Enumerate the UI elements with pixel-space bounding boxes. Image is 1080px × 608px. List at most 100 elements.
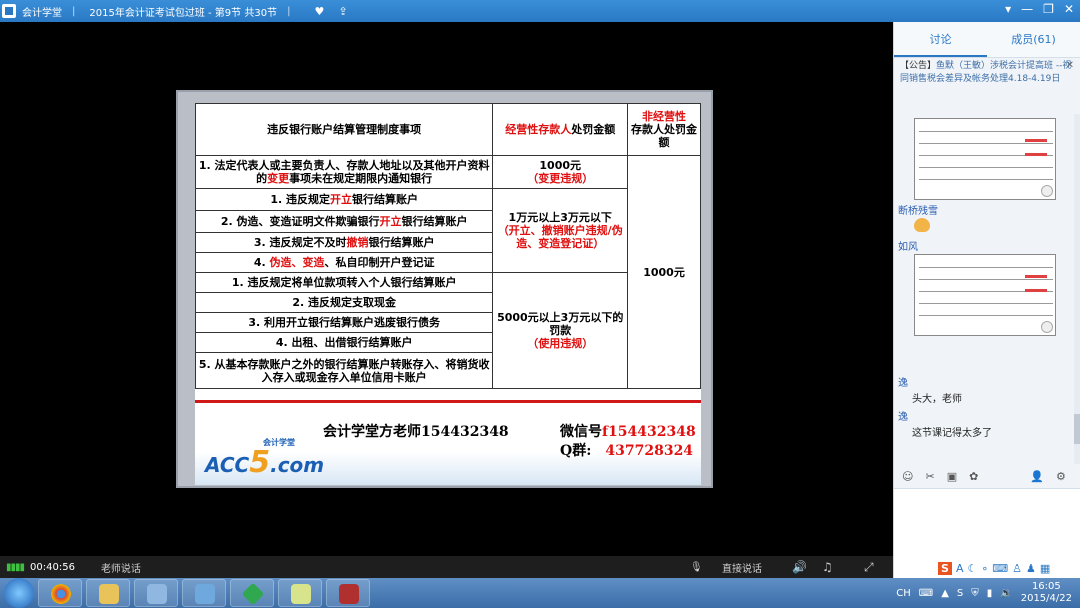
title-separator-2: | <box>287 5 291 17</box>
taskbar: CH ⌨ ▲ S ⛨ ▮ 🔉 16:05 2015/4/22 <box>0 578 1080 608</box>
header-operating-pre: 经营性存款人 <box>505 123 572 136</box>
restore-icon[interactable]: ❐ <box>1043 2 1054 16</box>
image-icon[interactable]: ▣ <box>947 470 957 483</box>
tray-lang[interactable]: CH <box>896 588 911 599</box>
slide-footer: 会计学堂方老师154432348 微信号f154432348 Q群: 437728… <box>195 403 701 485</box>
slide-thumbnail[interactable] <box>914 118 1056 200</box>
taskbar-chrome[interactable] <box>38 579 82 607</box>
acc5-logo: ACC5.com 会计学堂 <box>205 438 325 480</box>
scissors-icon[interactable]: ✂ <box>925 470 934 483</box>
flower-icon[interactable]: ✿ <box>969 470 978 483</box>
table-row: 3. 利用开立银行结算账户逃废银行债务 <box>194 312 494 333</box>
taskbar-app5[interactable] <box>230 579 274 607</box>
tray-shield-icon[interactable]: ⛨ <box>971 588 979 599</box>
video-stage[interactable]: 违反银行账户结算管理制度事项 经营性存款人处罚金额 非经营性 存款人处罚金额 1.… <box>0 22 893 556</box>
slide-frame: 违反银行账户结算管理制度事项 经营性存款人处罚金额 非经营性 存款人处罚金额 1.… <box>176 90 713 488</box>
slide-content: 违反银行账户结算管理制度事项 经营性存款人处罚金额 非经营性 存款人处罚金额 1.… <box>194 103 701 485</box>
chat-messages: 断桥残雪 如风 逸 头大，老师 逸 这节课记得太多了 <box>894 114 1074 464</box>
chat-message: 头大，老师 <box>912 394 962 405</box>
close-icon[interactable]: ✕ <box>1064 2 1074 16</box>
ime-lang[interactable]: A <box>956 562 964 575</box>
chat-username: 逸 <box>898 378 908 389</box>
tray-network-icon[interactable]: ▮ <box>987 588 993 599</box>
scrollbar-thumb[interactable] <box>1074 414 1080 444</box>
header-nonoperating-post: 存款人处罚金额 <box>631 123 698 149</box>
system-tray: CH ⌨ ▲ S ⛨ ▮ 🔉 16:05 2015/4/22 <box>896 578 1072 608</box>
header-item: 违反银行账户结算管理制度事项 <box>194 103 494 156</box>
direct-speak-button[interactable]: 直接说话 <box>722 560 762 575</box>
volume-icon[interactable]: 🔊 <box>792 560 807 574</box>
taskbar-app7[interactable] <box>326 579 370 607</box>
settings-icon[interactable]: ⚙ <box>1056 470 1066 483</box>
fine-group2: 1万元以上3万元以下 （开立、撤销账户违规/伪造、变造登记证） <box>492 188 629 273</box>
zoom-icon[interactable] <box>1041 321 1053 333</box>
teacher-speaking-label: 老师说话 <box>100 563 141 575</box>
tray-sogou-icon[interactable]: S <box>957 588 963 599</box>
start-button[interactable] <box>4 578 34 608</box>
zoom-icon[interactable] <box>1041 185 1053 197</box>
minimize-icon[interactable]: — <box>1021 2 1033 16</box>
header-operating: 经营性存款人处罚金额 <box>492 103 629 156</box>
microphone-icon[interactable]: 🎙 <box>690 562 703 573</box>
taskbar-app6[interactable] <box>278 579 322 607</box>
network-icon <box>195 584 215 604</box>
signal-icon: ▮▮▮▮ <box>6 561 25 573</box>
sogou-icon[interactable]: S <box>938 561 952 575</box>
tray-volume-icon[interactable]: 🔉 <box>1000 588 1012 599</box>
footer-qq: Q群: 437728324 <box>560 443 694 459</box>
rules-table: 违反银行账户结算管理制度事项 经营性存款人处罚金额 非经营性 存款人处罚金额 1.… <box>194 103 701 389</box>
app-name: 会计学堂 <box>22 7 62 19</box>
emoji-icon <box>914 218 930 232</box>
media-icon <box>339 584 359 604</box>
chat-username: 断桥残雪 <box>898 206 938 217</box>
folder-icon <box>99 584 119 604</box>
music-icon[interactable]: ♫ <box>822 560 833 574</box>
title-separator: | <box>72 5 76 17</box>
shirt-icon[interactable]: ♟ <box>1026 562 1036 575</box>
moon-icon[interactable]: ☾ <box>967 562 977 575</box>
person-icon[interactable]: ♙ <box>1012 562 1022 575</box>
grid-icon[interactable]: ▦ <box>1040 562 1050 575</box>
keyboard-icon[interactable]: ⌨ <box>992 562 1008 575</box>
table-row: 2. 违反规定支取现金 <box>194 292 494 313</box>
tab-members[interactable]: 成员(61) <box>987 22 1080 57</box>
footer-wechat: 微信号f154432348 <box>560 424 696 440</box>
sidebar-tabs: 讨论 成员(61) <box>894 22 1080 58</box>
chat-message: 这节课记得太多了 <box>912 428 992 439</box>
chat-scrollbar[interactable] <box>1074 114 1080 464</box>
table-row: 5. 从基本存款账户之外的银行结算账户转账存入、将销货收入存入或现金存入单位信用… <box>194 352 494 389</box>
notice-close-icon[interactable]: ✕ <box>1066 60 1074 71</box>
app-logo-icon <box>2 4 16 18</box>
punctuation-icon[interactable]: ∘ <box>981 562 988 575</box>
clock-date: 2015/4/22 <box>1020 593 1072 604</box>
menu-icon[interactable]: ▾ <box>1005 2 1011 16</box>
tab-discussion[interactable]: 讨论 <box>894 22 987 57</box>
table-row: 3. 违反规定不及时撤销银行结算账户 <box>194 232 494 253</box>
taskbar-app3[interactable] <box>134 579 178 607</box>
table-row: 2. 伪造、变造证明文件欺骗银行开立银行结算账户 <box>194 210 494 233</box>
taskbar-explorer[interactable] <box>86 579 130 607</box>
course-title: 2015年会计证考试包过班 - 第9节 共30节 <box>89 7 278 19</box>
slide-thumbnail[interactable] <box>914 254 1056 336</box>
announcement: 【公告】鱼默（王敏）涉税会计提高班 --视同销售税会差异及帐务处理4.18-4.… <box>900 61 1072 84</box>
tray-clock[interactable]: 16:05 2015/4/22 <box>1021 581 1072 605</box>
emoji-picker-icon[interactable]: ☺ <box>902 470 913 483</box>
header-nonoperating-pre: 非经营性 <box>642 110 687 123</box>
tray-arrow-icon[interactable]: ▲ <box>941 588 949 599</box>
table-row: 1. 违反规定将单位款项转入个人银行结算账户 <box>194 272 494 293</box>
user-icon[interactable]: 👤 <box>1030 470 1044 483</box>
chat-username: 如风 <box>898 242 918 253</box>
elapsed-time: 00:40:56 <box>30 561 75 573</box>
ime-toolbar: S A ☾ ∘ ⌨ ♙ ♟ ▦ <box>938 558 1050 578</box>
share-icon[interactable]: ⇪ <box>338 5 347 18</box>
computer-icon <box>147 584 167 604</box>
favorite-heart-icon[interactable]: ♥ <box>314 5 324 18</box>
tray-ime-icon[interactable]: ⌨ <box>919 588 933 599</box>
header-operating-post: 处罚金额 <box>571 123 616 136</box>
table-row: 4. 出租、出借银行结算账户 <box>194 332 494 353</box>
fine-nonoperating: 1000元 <box>627 155 701 389</box>
fine-group3: 5000元以上3万元以下的罚款 （使用违规） <box>492 272 629 389</box>
taskbar-app4[interactable] <box>182 579 226 607</box>
fullscreen-icon[interactable]: ⤢ <box>864 560 874 575</box>
table-row: 1. 违反规定开立银行结算账户 <box>194 188 494 211</box>
